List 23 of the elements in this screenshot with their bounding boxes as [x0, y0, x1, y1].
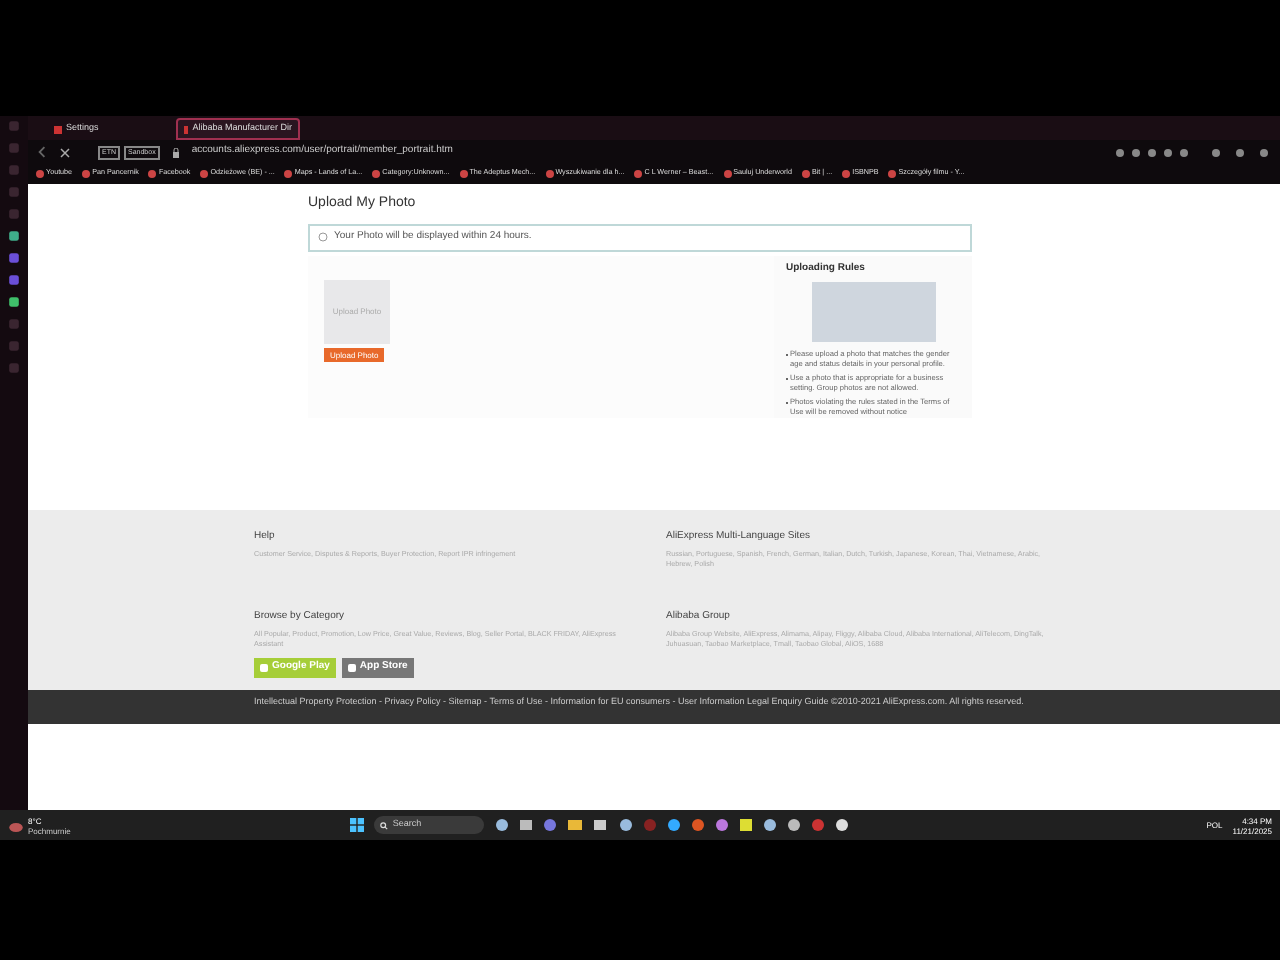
info-icon — [318, 232, 328, 242]
bookmark-icon — [888, 169, 897, 178]
close-icon[interactable] — [60, 147, 70, 157]
back-icon[interactable] — [36, 146, 48, 158]
weather-icon[interactable] — [8, 819, 24, 831]
bookmark-icon — [200, 169, 209, 178]
bookmark-icon — [634, 169, 643, 178]
bookmark-icon — [36, 169, 44, 178]
bookmark-icon — [723, 169, 732, 178]
lock-icon — [171, 147, 180, 157]
favicon-icon — [54, 125, 62, 133]
windows-icon[interactable] — [350, 818, 365, 832]
search-icon — [380, 821, 389, 829]
bookmark-icon — [842, 169, 851, 178]
favicon-icon — [184, 125, 189, 133]
bookmark-icon — [545, 169, 554, 178]
photo-placeholder — [811, 282, 935, 342]
bookmark-icon — [459, 169, 468, 178]
bookmark-icon — [284, 169, 293, 178]
bookmark-icon — [801, 169, 810, 178]
bookmark-icon — [82, 169, 91, 178]
bookmark-icon — [372, 169, 381, 178]
bookmark-icon — [148, 169, 157, 178]
